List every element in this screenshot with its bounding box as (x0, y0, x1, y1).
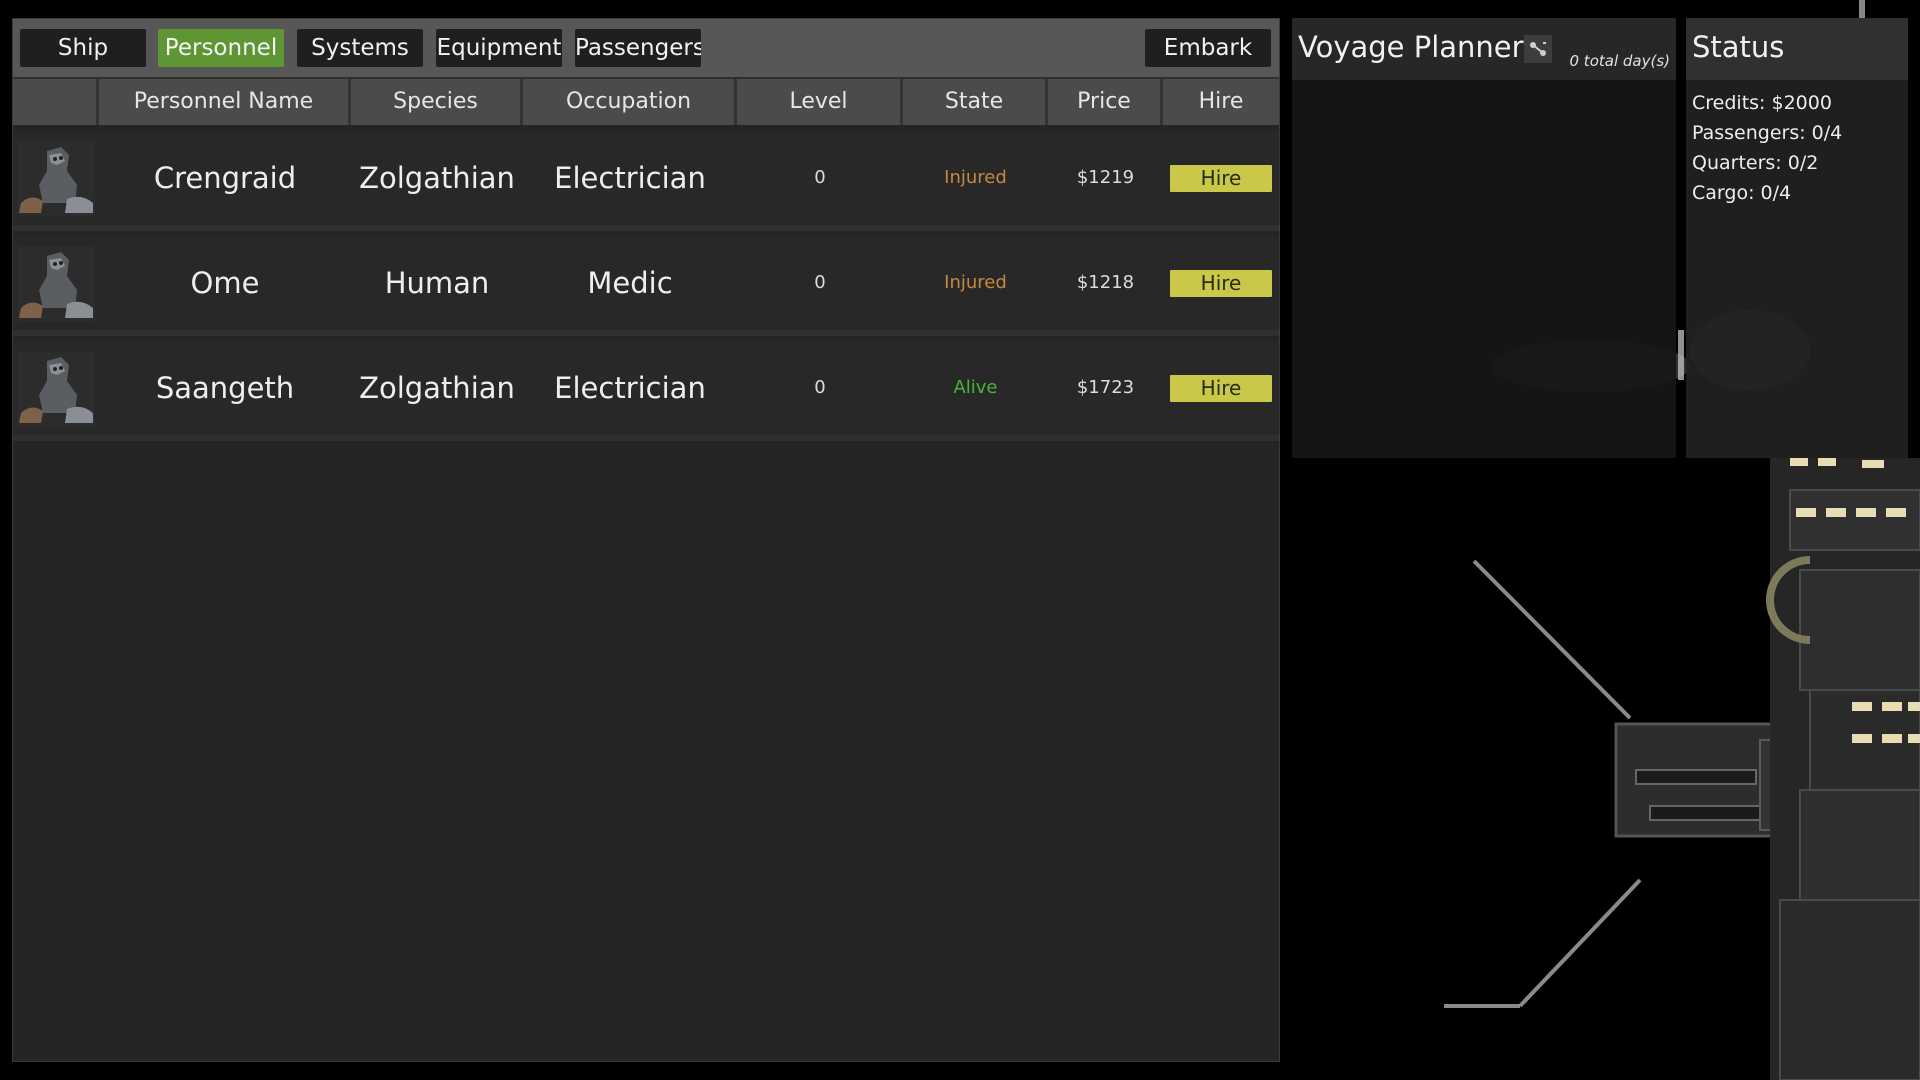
level: 0 (814, 167, 826, 188)
state: Injured (944, 167, 1007, 188)
state: Alive (953, 377, 998, 398)
personnel-name: Ome (190, 266, 260, 300)
occupation: Medic (587, 266, 673, 300)
header-price[interactable]: Price (1048, 79, 1163, 125)
header-state[interactable]: State (903, 79, 1048, 125)
header-species[interactable]: Species (351, 79, 523, 125)
status-credits: Credits: $2000 (1692, 92, 1832, 114)
status-panel: Status Credits: $2000 Passengers: 0/4 Qu… (1686, 18, 1908, 458)
level: 0 (814, 377, 826, 398)
species: Zolgathian (359, 161, 515, 195)
price: $1723 (1076, 377, 1135, 398)
price: $1218 (1076, 272, 1135, 293)
embark-button[interactable]: Embark (1145, 29, 1271, 67)
header-level[interactable]: Level (737, 79, 903, 125)
species: Zolgathian (359, 371, 515, 405)
personnel-name: Crengraid (153, 161, 297, 195)
table-row: Ome Human Medic 0 Injured $1218 Hire (13, 236, 1279, 336)
tab-bar: Ship Personnel Systems Equipment Passeng… (13, 19, 1279, 79)
header-hire: Hire (1163, 79, 1279, 125)
status-title: Status (1692, 30, 1785, 64)
personnel-panel: Ship Personnel Systems Equipment Passeng… (12, 18, 1280, 1062)
occupation: Electrician (554, 371, 706, 405)
status-quarters: Quarters: 0/2 (1692, 152, 1819, 174)
zolgathian-portrait-icon (17, 141, 95, 217)
tab-passengers[interactable]: Passengers (575, 29, 701, 67)
level: 0 (814, 272, 826, 293)
voyage-planner-header: Voyage Planner 0 total day(s) (1292, 18, 1676, 80)
price: $1219 (1076, 167, 1135, 188)
voyage-planner-title: Voyage Planner (1298, 30, 1524, 64)
tab-equipment[interactable]: Equipment (436, 29, 562, 67)
voyage-planner-panel: Voyage Planner 0 total day(s) (1292, 18, 1676, 458)
state: Injured (944, 272, 1007, 293)
table-row: Crengraid Zolgathian Electrician 0 Injur… (13, 131, 1279, 231)
status-passengers: Passengers: 0/4 (1692, 122, 1843, 144)
tab-personnel[interactable]: Personnel (158, 29, 284, 67)
route-icon[interactable] (1524, 35, 1552, 63)
zolgathian-portrait-icon (17, 351, 95, 427)
hire-button[interactable]: Hire (1170, 375, 1272, 402)
hire-button[interactable]: Hire (1170, 270, 1272, 297)
tab-systems[interactable]: Systems (297, 29, 423, 67)
header-portrait (13, 79, 99, 125)
personnel-name: Saangeth (155, 371, 295, 405)
tab-ship[interactable]: Ship (20, 29, 146, 67)
status-cargo: Cargo: 0/4 (1692, 182, 1792, 204)
species: Human (384, 266, 490, 300)
status-header: Status (1686, 18, 1908, 80)
table-header: Personnel Name Species Occupation Level … (13, 79, 1279, 125)
voyage-total-days: 0 total day(s) (1569, 52, 1671, 70)
header-occupation[interactable]: Occupation (523, 79, 737, 125)
hire-button[interactable]: Hire (1170, 165, 1272, 192)
occupation: Electrician (554, 161, 706, 195)
zolgathian-portrait-icon (17, 246, 95, 322)
header-personnel-name[interactable]: Personnel Name (99, 79, 351, 125)
table-row: Saangeth Zolgathian Electrician 0 Alive … (13, 341, 1279, 441)
